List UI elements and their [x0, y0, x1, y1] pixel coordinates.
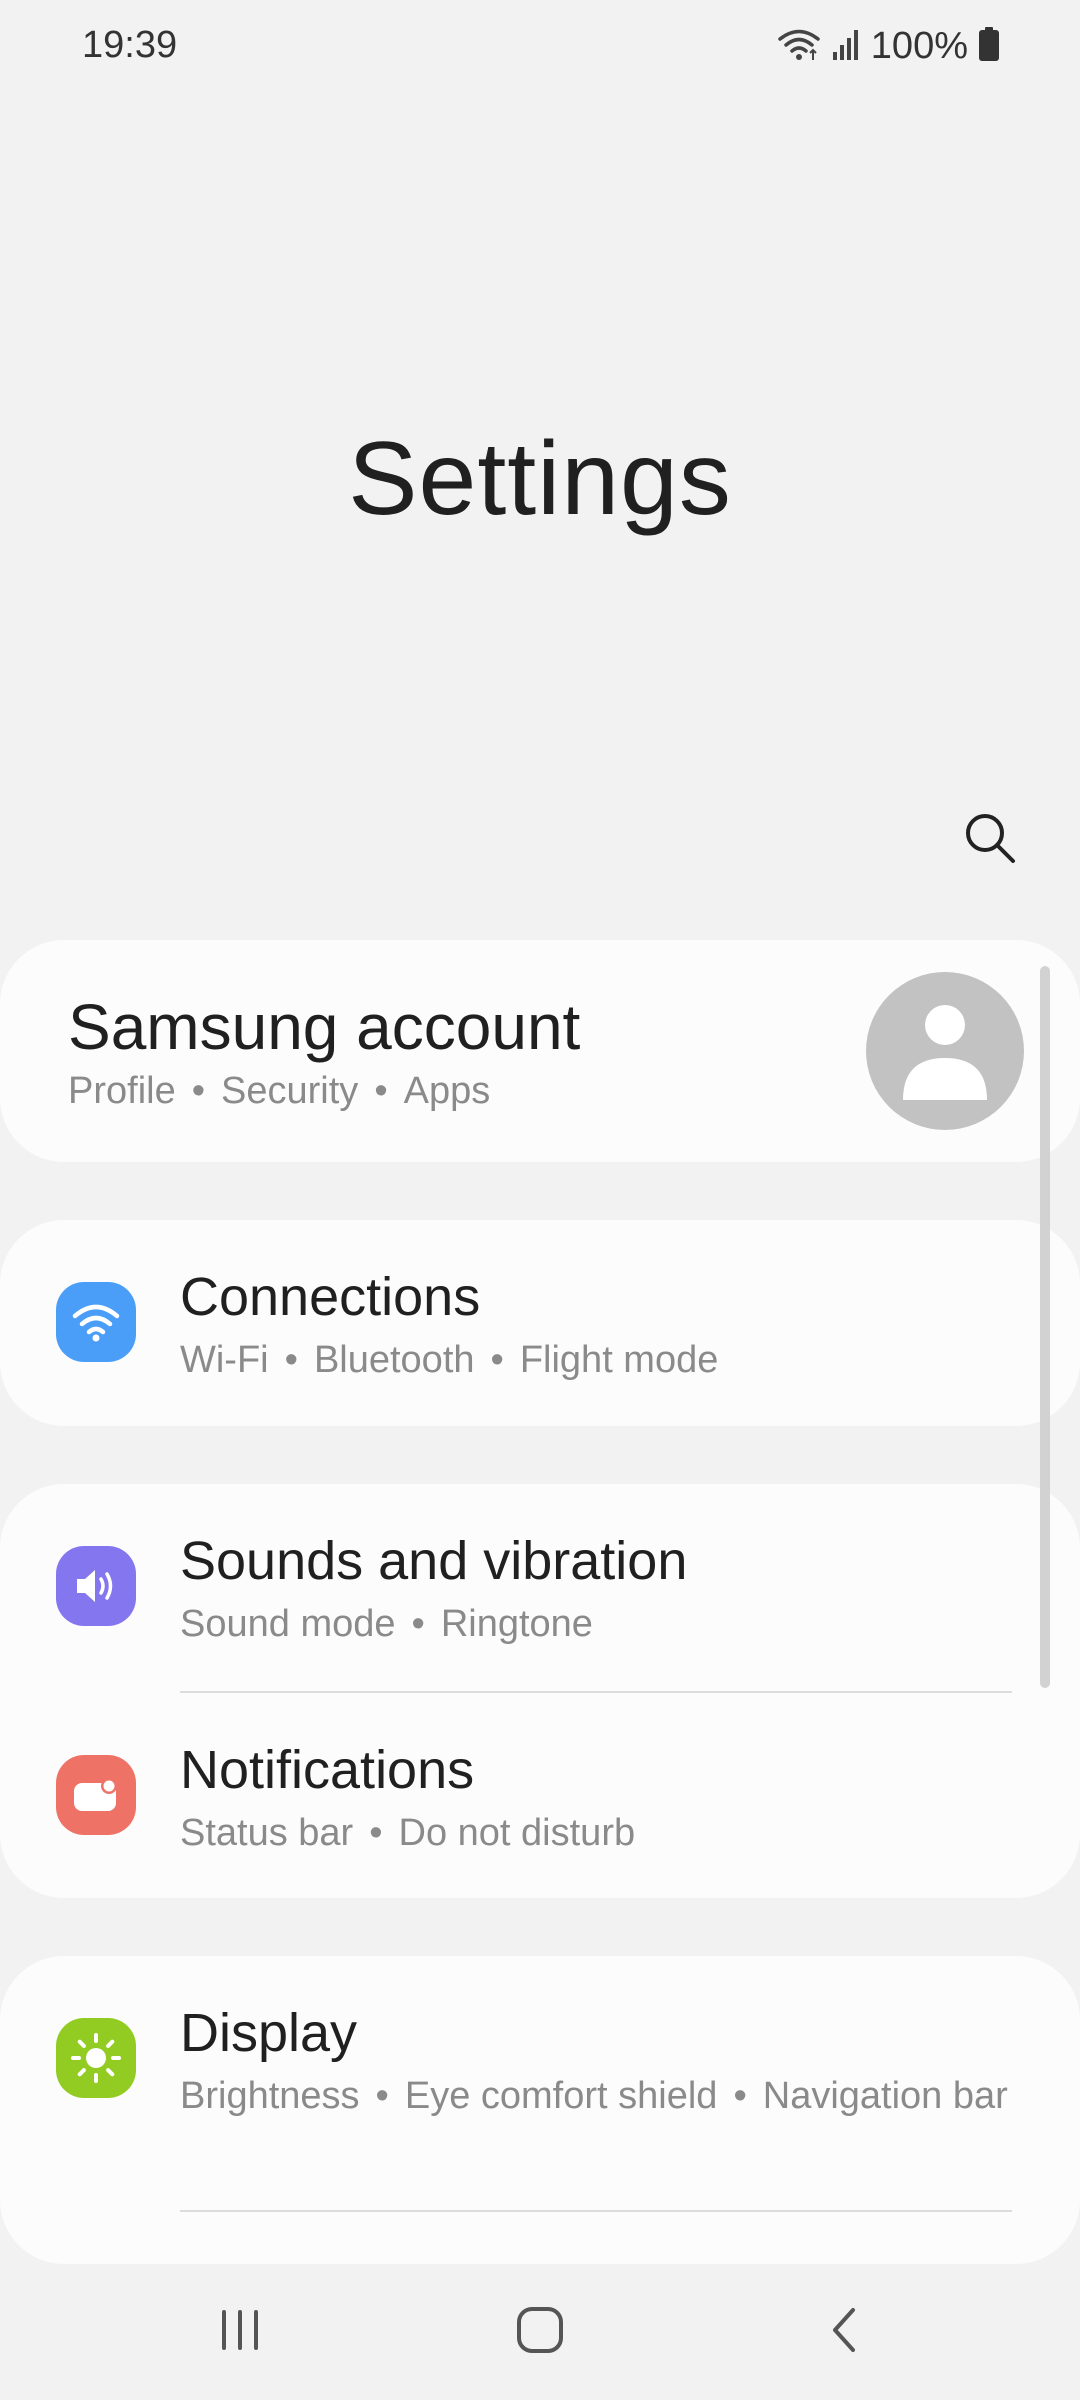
connections-title: Connections: [180, 1267, 481, 1327]
search-button[interactable]: [950, 800, 1030, 880]
notification-icon: [56, 1755, 136, 1835]
sub-brightness: Brightness: [180, 2075, 360, 2117]
sub-do-not-disturb: Do not disturb: [398, 1812, 636, 1854]
back-icon: [827, 2305, 861, 2360]
sounds-notifications-card: Sounds and vibration Sound mode • Ringtone…: [0, 1484, 1080, 1898]
sub-ringtone: Ringtone: [440, 1603, 593, 1645]
samsung-account-card[interactable]: Samsung account Profile • Security • Apps: [0, 940, 1080, 1162]
page-title: Settings: [348, 421, 732, 537]
wifi-icon: [56, 1282, 136, 1362]
notifications-subtitle: Status bar • Do not disturb: [180, 1812, 636, 1854]
account-subtitle: Profile • Security • Apps: [68, 1070, 491, 1112]
back-button[interactable]: [784, 2284, 904, 2380]
connections-subtitle: Wi-Fi • Bluetooth • Flight mode: [180, 1339, 719, 1381]
sub-bluetooth: Bluetooth: [313, 1339, 475, 1381]
brightness-icon: [56, 2018, 136, 2098]
sub-wifi: Wi-Fi: [180, 1339, 269, 1381]
sub-sound-mode: Sound mode: [180, 1603, 396, 1645]
divider: [180, 2210, 1012, 2212]
sub-flight-mode: Flight mode: [519, 1339, 719, 1381]
battery-icon: [978, 26, 1000, 67]
person-icon: [903, 1005, 987, 1100]
home-button[interactable]: [480, 2284, 600, 2380]
wifi-icon: [777, 26, 821, 67]
status-bar: 19:39 100%: [0, 0, 1080, 92]
settings-screen: 19:39 100% Settings Samsung account Prof…: [0, 0, 1080, 2400]
connections-card: Connections Wi-Fi • Bluetooth • Flight mode: [0, 1220, 1080, 1426]
account-sub-apps: Apps: [403, 1070, 491, 1112]
account-title: Samsung account: [68, 991, 581, 1063]
sounds-title: Sounds and vibration: [180, 1531, 688, 1591]
sub-eye-comfort-shield: Eye comfort shield: [404, 2075, 718, 2117]
avatar[interactable]: [866, 972, 1024, 1130]
status-time: 19:39: [82, 24, 178, 66]
display-title: Display: [180, 2003, 358, 2063]
account-sub-profile: Profile: [68, 1070, 176, 1112]
speaker-icon: [56, 1546, 136, 1626]
home-icon: [515, 2305, 565, 2360]
navigation-bar: [0, 2264, 1080, 2400]
settings-item-connections[interactable]: Connections Wi-Fi • Bluetooth • Flight mode: [0, 1220, 1080, 1426]
account-sub-security: Security: [221, 1070, 359, 1112]
sounds-subtitle: Sound mode • Ringtone: [180, 1603, 593, 1645]
display-card: Display Brightness • Eye comfort shield • Na…: [0, 1956, 1080, 2264]
recents-icon: [218, 2308, 262, 2357]
search-icon: [962, 810, 1018, 871]
sub-status-bar: Status bar: [180, 1812, 354, 1854]
settings-item-notifications[interactable]: Notifications Status bar • Do not disturb: [0, 1693, 1080, 1898]
sub-navigation-bar: Navigation bar: [762, 2075, 1008, 2117]
recents-button[interactable]: [180, 2284, 300, 2380]
display-subtitle: Brightness • Eye comfort shield • Navigation…: [180, 2075, 1008, 2117]
status-icons: 100%: [777, 22, 1000, 70]
battery-percent: 100%: [870, 24, 968, 67]
scrollbar[interactable]: [1040, 966, 1050, 1688]
settings-item-sounds[interactable]: Sounds and vibration Sound mode • Ringtone: [0, 1484, 1080, 1692]
notifications-title: Notifications: [180, 1740, 475, 1800]
settings-item-display[interactable]: Display Brightness • Eye comfort shield • Na…: [0, 1956, 1080, 2206]
signal-icon: [831, 26, 861, 67]
